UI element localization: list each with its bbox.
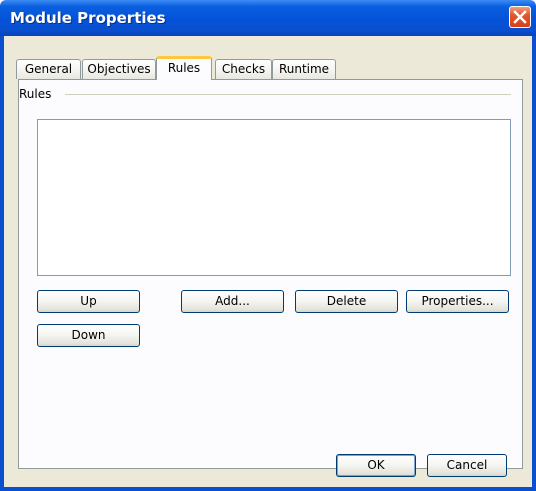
tab-checks-label: Checks (221, 62, 266, 76)
window-title: Module Properties (10, 9, 166, 27)
tab-general-label: General (24, 62, 73, 76)
add-button[interactable]: Add... (181, 290, 284, 313)
properties-button[interactable]: Properties... (406, 290, 509, 313)
title-bar[interactable]: Module Properties (0, 0, 536, 36)
tab-rules[interactable]: Rules (156, 56, 212, 80)
rules-group-label: Rules (19, 87, 52, 101)
rules-listbox[interactable] (37, 119, 511, 276)
tab-rules-label: Rules (167, 61, 201, 75)
tab-runtime[interactable]: Runtime (272, 59, 336, 79)
module-properties-window: Module Properties General Objectives Rul… (0, 0, 536, 491)
ok-button[interactable]: OK (336, 454, 416, 477)
tab-checks[interactable]: Checks (215, 59, 272, 79)
close-icon (513, 10, 527, 24)
up-button[interactable]: Up (37, 290, 140, 313)
tab-general[interactable]: General (16, 59, 81, 79)
tab-runtime-label: Runtime (278, 62, 330, 76)
tab-objectives[interactable]: Objectives (82, 59, 156, 79)
group-divider (65, 94, 511, 95)
window-frame: General Objectives Rules Checks Runtime … (0, 36, 536, 491)
dialog-body: General Objectives Rules Checks Runtime … (4, 36, 532, 487)
down-button[interactable]: Down (37, 324, 140, 347)
delete-button[interactable]: Delete (295, 290, 398, 313)
close-button[interactable] (509, 6, 531, 28)
tab-objectives-label: Objectives (87, 62, 151, 76)
cancel-button[interactable]: Cancel (427, 454, 507, 477)
